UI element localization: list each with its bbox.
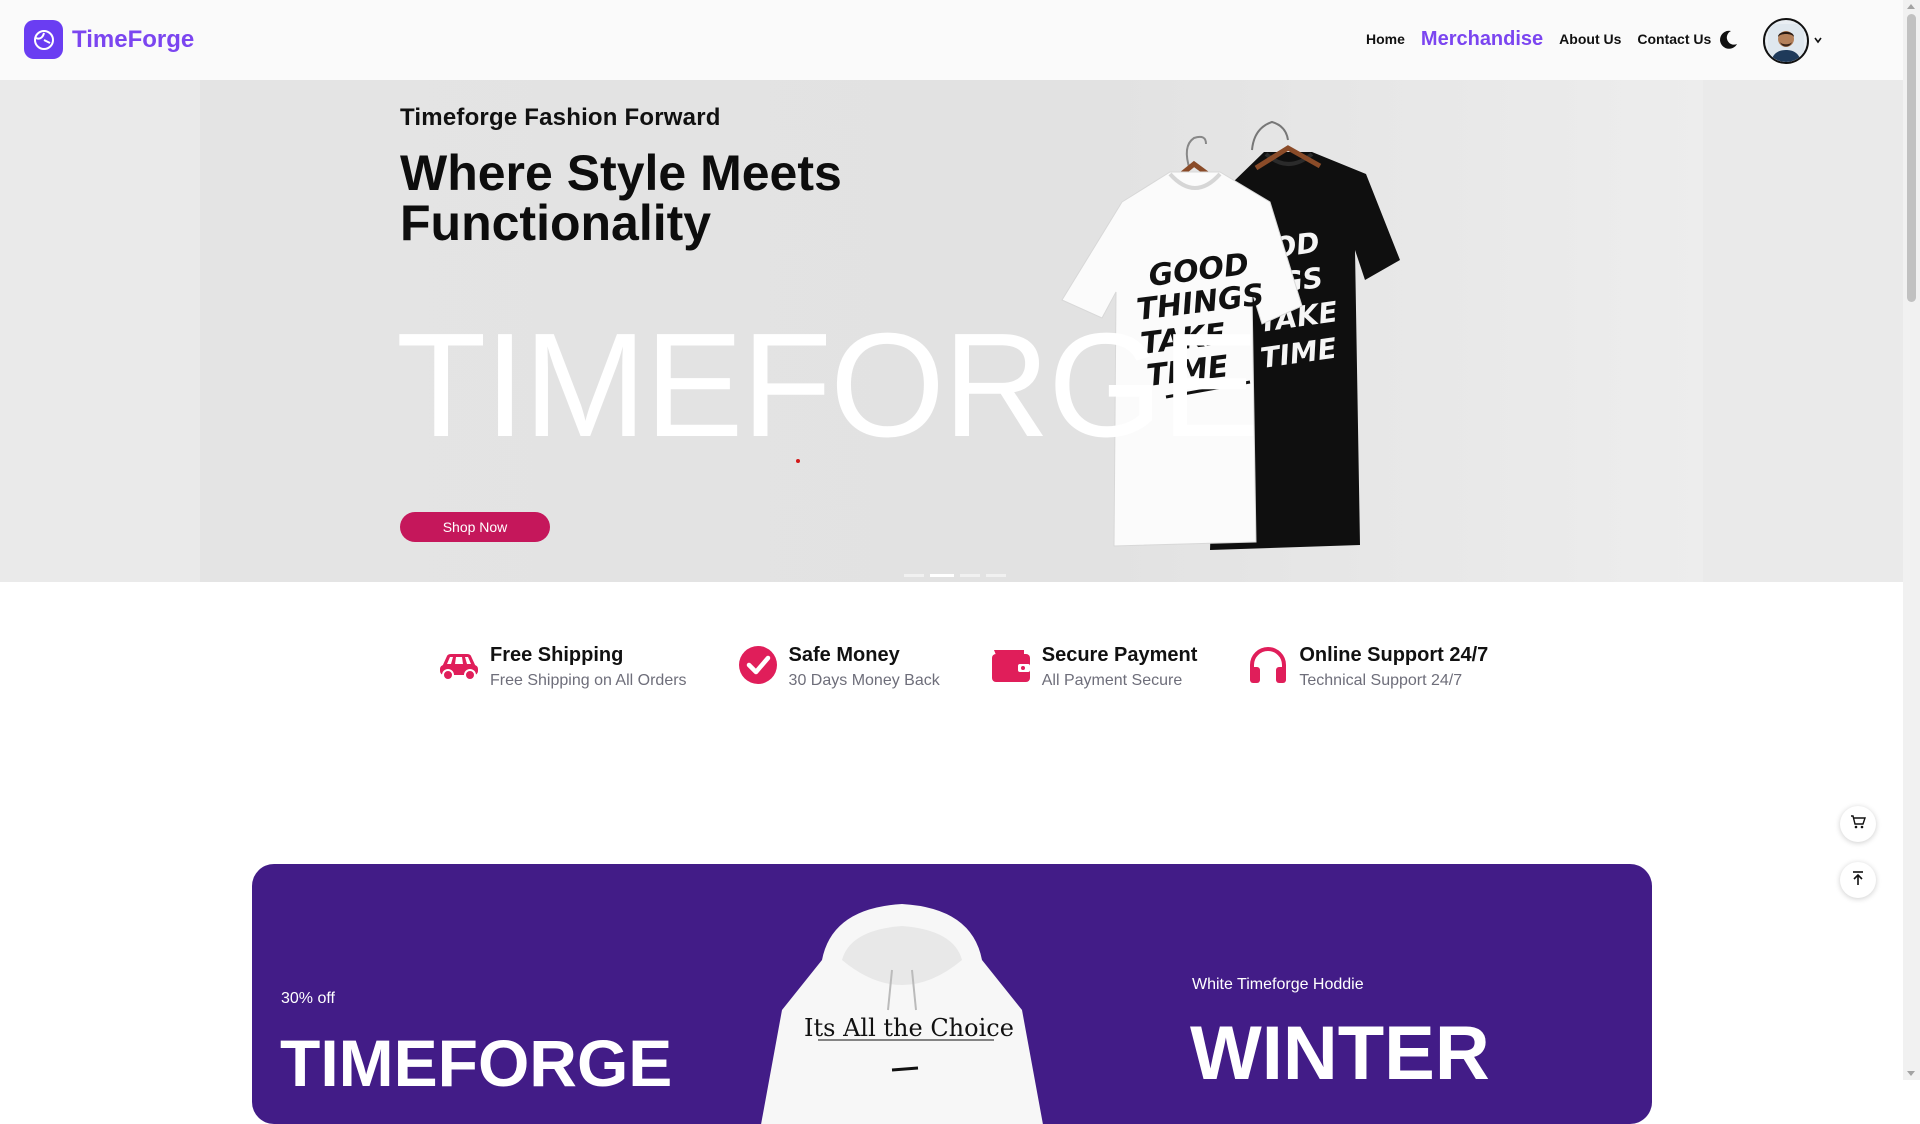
carousel-dot[interactable] [960, 574, 980, 577]
carousel-dot-active[interactable] [930, 574, 954, 577]
features-strip: Free Shipping Free Shipping on All Order… [436, 642, 1536, 692]
hoodie-image: Its All the Choice [761, 904, 1043, 1124]
site-header: TimeForge Home Merchandise About Us Cont… [0, 0, 1903, 80]
nav-home[interactable]: Home [1366, 27, 1405, 51]
user-menu[interactable] [1763, 18, 1823, 64]
feature-online-support: Online Support 24/7 Technical Support 24… [1245, 642, 1488, 692]
promo-banner: 30% off TIMEFORGE Its All the Choice Whi… [252, 864, 1652, 1124]
scrollbar-thumb[interactable] [1907, 14, 1916, 302]
scroll-down-icon[interactable] [1907, 1071, 1915, 1076]
check-circle-icon [735, 642, 781, 688]
headphones-icon [1245, 642, 1291, 688]
promo-season: WINTER [1190, 1011, 1490, 1096]
feature-title: Safe Money [788, 644, 900, 666]
arrow-to-top-icon [1851, 870, 1865, 891]
promo-product-name: White Timeforge Hoddie [1192, 976, 1364, 993]
shop-now-button[interactable]: Shop Now [400, 512, 550, 542]
floating-cart-button[interactable] [1840, 806, 1876, 842]
car-icon [436, 642, 482, 688]
feature-free-shipping: Free Shipping Free Shipping on All Order… [436, 642, 687, 692]
feature-desc: Free Shipping on All Orders [490, 672, 687, 689]
back-to-top-button[interactable] [1840, 862, 1876, 898]
brand-name: TimeForge [72, 25, 195, 53]
feature-secure-payment: Secure Payment All Payment Secure [988, 642, 1198, 692]
carousel-dot[interactable] [904, 574, 924, 577]
main-nav: Home Merchandise About Us Contact Us [1366, 27, 1727, 51]
carousel-dot[interactable] [986, 574, 1006, 577]
promo-discount: 30% off [281, 990, 335, 1007]
feature-desc: All Payment Secure [1041, 672, 1183, 689]
feature-desc: Technical Support 24/7 [1299, 672, 1463, 689]
hero-watermark: TIMEFORGE [396, 303, 1260, 468]
wallet-icon [988, 642, 1034, 688]
carousel-indicators [904, 574, 1006, 577]
nav-about-us[interactable]: About Us [1559, 27, 1621, 51]
brand-logo-icon [24, 20, 63, 59]
hero-title: Where Style Meets Functionality [400, 145, 842, 251]
moon-icon[interactable] [1716, 28, 1740, 52]
promo-brand-word: TIMEFORGE [280, 1026, 673, 1100]
hero-carousel: Timeforge Fashion Forward Where Style Me… [0, 80, 1903, 582]
feature-title: Secure Payment [1041, 644, 1198, 666]
feature-safe-money: Safe Money 30 Days Money Back [735, 642, 940, 692]
scroll-up-icon[interactable] [1907, 4, 1915, 9]
cart-icon [1850, 814, 1866, 835]
feature-desc: 30 Days Money Back [788, 672, 940, 689]
avatar[interactable] [1763, 18, 1809, 64]
brand-logo-link[interactable]: TimeForge [24, 20, 194, 59]
nav-merchandise[interactable]: Merchandise [1421, 27, 1543, 51]
feature-title: Free Shipping [490, 644, 624, 666]
cursor-dot [796, 459, 800, 463]
hoodie-print: Its All the Choice [804, 1014, 1014, 1042]
hero-subtitle: Timeforge Fashion Forward [400, 104, 721, 131]
chevron-down-icon[interactable] [1813, 32, 1823, 50]
nav-contact-us[interactable]: Contact Us [1637, 27, 1711, 51]
page-scrollbar[interactable] [1903, 0, 1920, 1080]
feature-title: Online Support 24/7 [1299, 644, 1489, 666]
